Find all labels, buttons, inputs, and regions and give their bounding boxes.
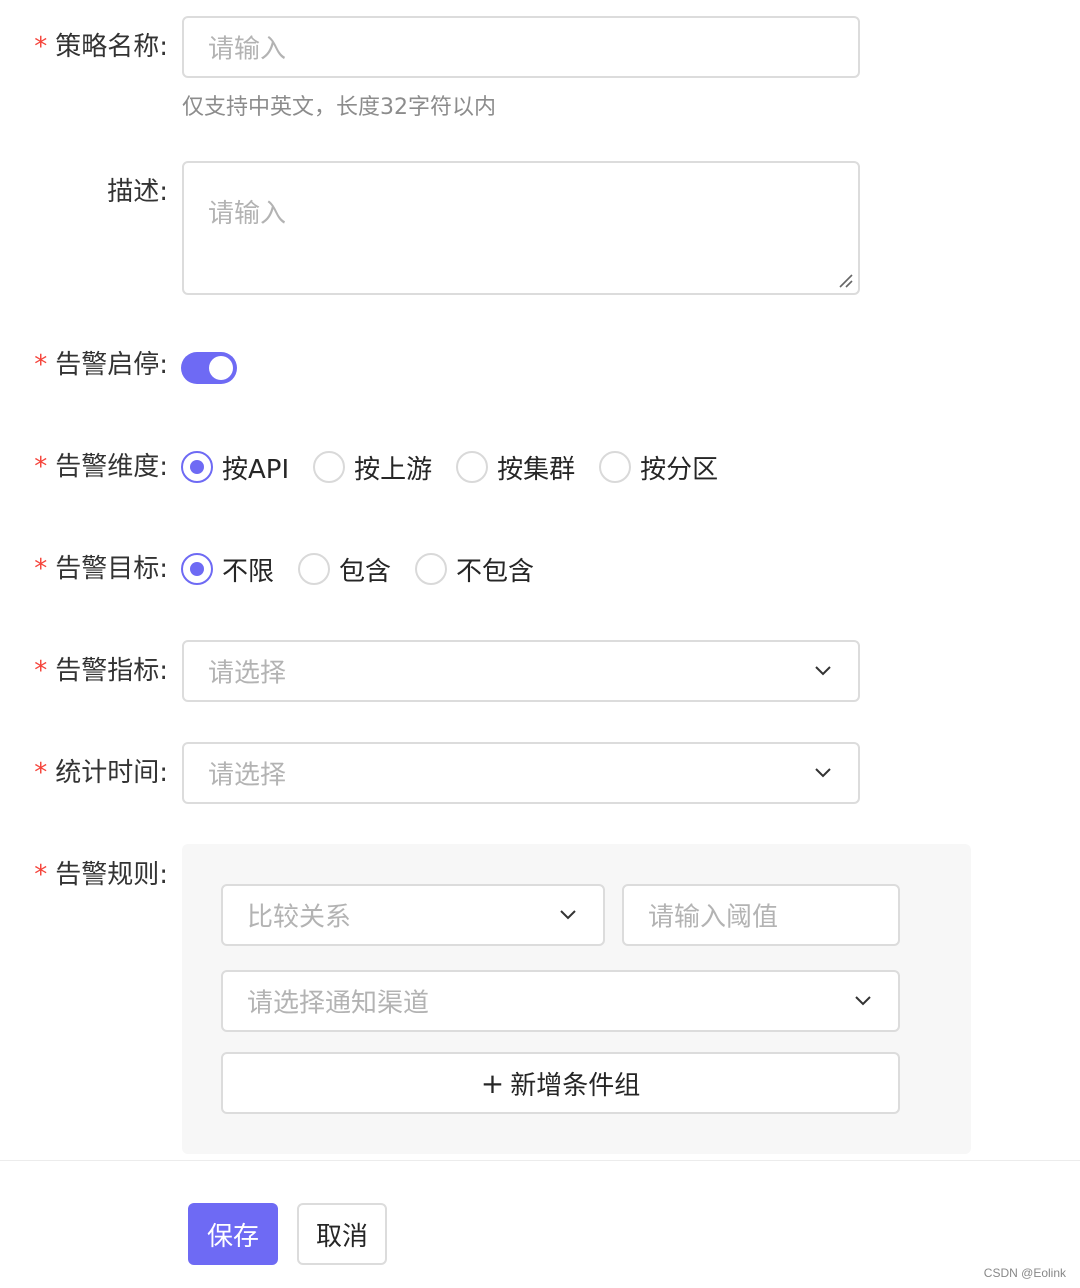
alert-metric-placeholder: 请选择 [208, 658, 287, 689]
required-mark: * [34, 860, 48, 890]
chevron-down-icon [815, 768, 831, 778]
radio-circle[interactable] [456, 451, 489, 483]
strategy-name-input[interactable]: 请输入 [182, 16, 860, 78]
switch-knob [209, 356, 233, 380]
alert-target-label: * 告警目标: [0, 551, 168, 587]
required-mark: * [34, 350, 48, 380]
alert-metric-label: * 告警指标: [0, 653, 168, 689]
required-mark: * [34, 656, 48, 686]
radio-option[interactable]: 包含 [298, 551, 391, 588]
alert-toggle-label: * 告警启停: [0, 347, 168, 383]
alert-toggle-switch[interactable] [181, 352, 237, 384]
radio-option[interactable]: 按集群 [456, 449, 575, 486]
description-label: 描述: [107, 177, 168, 207]
radio-label: 不限 [222, 556, 275, 587]
notify-channel-select[interactable]: 请选择通知渠道 [221, 970, 900, 1032]
alert-rule-label-text: 告警规则: [55, 860, 168, 890]
strategy-name-hint: 仅支持中英文，长度32字符以内 [182, 95, 496, 120]
channel-placeholder: 请选择通知渠道 [247, 988, 430, 1019]
radio-circle-checked[interactable] [181, 451, 213, 483]
cancel-button[interactable]: 取消 [297, 1203, 387, 1265]
radio-option[interactable]: 不限 [181, 551, 274, 588]
radio-label: 包含 [339, 556, 392, 587]
resize-handle-icon[interactable] [838, 273, 854, 289]
radio-circle[interactable] [313, 451, 346, 483]
alert-metric-label-text: 告警指标: [55, 656, 168, 686]
required-mark: * [34, 554, 48, 584]
strategy-name-label-text: 策略名称: [55, 32, 168, 62]
chevron-down-icon [815, 666, 831, 676]
alert-target-label-text: 告警目标: [55, 554, 168, 584]
form-footer: 保存 取消 CSDN @Eolink [0, 1160, 1080, 1288]
radio-option[interactable]: 按分区 [599, 449, 718, 486]
compare-relation-select[interactable]: 比较关系 [221, 884, 605, 946]
plus-icon: + [480, 1066, 505, 1100]
stat-time-label-text: 统计时间: [55, 758, 168, 788]
add-condition-group-label: 新增条件组 [510, 1070, 641, 1101]
alert-metric-select[interactable]: 请选择 [182, 640, 860, 702]
alert-toggle-label-text: 告警启停: [55, 350, 168, 380]
stat-time-placeholder: 请选择 [208, 760, 287, 791]
compare-placeholder: 比较关系 [247, 902, 352, 933]
radio-circle-checked[interactable] [181, 553, 213, 585]
required-mark: * [34, 452, 48, 482]
alert-rule-panel: 比较关系 请输入阈值 请选择通知渠道 + 新增条件组 [182, 844, 971, 1154]
add-condition-group-button[interactable]: + 新增条件组 [221, 1052, 900, 1114]
radio-label: 按API [222, 454, 290, 485]
radio-option[interactable]: 按上游 [313, 449, 432, 486]
radio-circle[interactable] [415, 553, 448, 585]
watermark: CSDN @Eolink [983, 1266, 1066, 1280]
description-placeholder: 请输入 [208, 199, 287, 229]
radio-option[interactable]: 不包含 [415, 551, 534, 588]
save-button[interactable]: 保存 [188, 1203, 278, 1265]
threshold-input[interactable]: 请输入阈值 [622, 884, 900, 946]
radio-label: 按上游 [354, 454, 433, 485]
chevron-down-icon [560, 910, 576, 920]
alert-target-radio-group: 不限 包含 不包含 [181, 551, 558, 587]
alert-dimension-radio-group: 按API 按上游 按集群 按分区 [181, 449, 742, 485]
radio-circle[interactable] [298, 553, 331, 585]
strategy-name-label: * 策略名称: [0, 29, 168, 65]
description-textarea[interactable]: 请输入 [182, 161, 860, 295]
required-mark: * [34, 32, 48, 62]
radio-circle[interactable] [599, 451, 632, 483]
strategy-name-placeholder: 请输入 [208, 34, 287, 65]
chevron-down-icon [855, 996, 871, 1006]
stat-time-label: * 统计时间: [0, 755, 168, 791]
alert-rule-label: * 告警规则: [0, 857, 168, 893]
radio-option[interactable]: 按API [181, 449, 289, 486]
alert-dimension-label-text: 告警维度: [55, 452, 168, 482]
alert-dimension-label: * 告警维度: [0, 449, 168, 485]
radio-label: 不包含 [456, 556, 535, 587]
required-mark: * [34, 758, 48, 788]
stat-time-select[interactable]: 请选择 [182, 742, 860, 804]
threshold-placeholder: 请输入阈值 [648, 902, 779, 933]
radio-label: 按集群 [497, 454, 576, 485]
radio-label: 按分区 [640, 454, 719, 485]
